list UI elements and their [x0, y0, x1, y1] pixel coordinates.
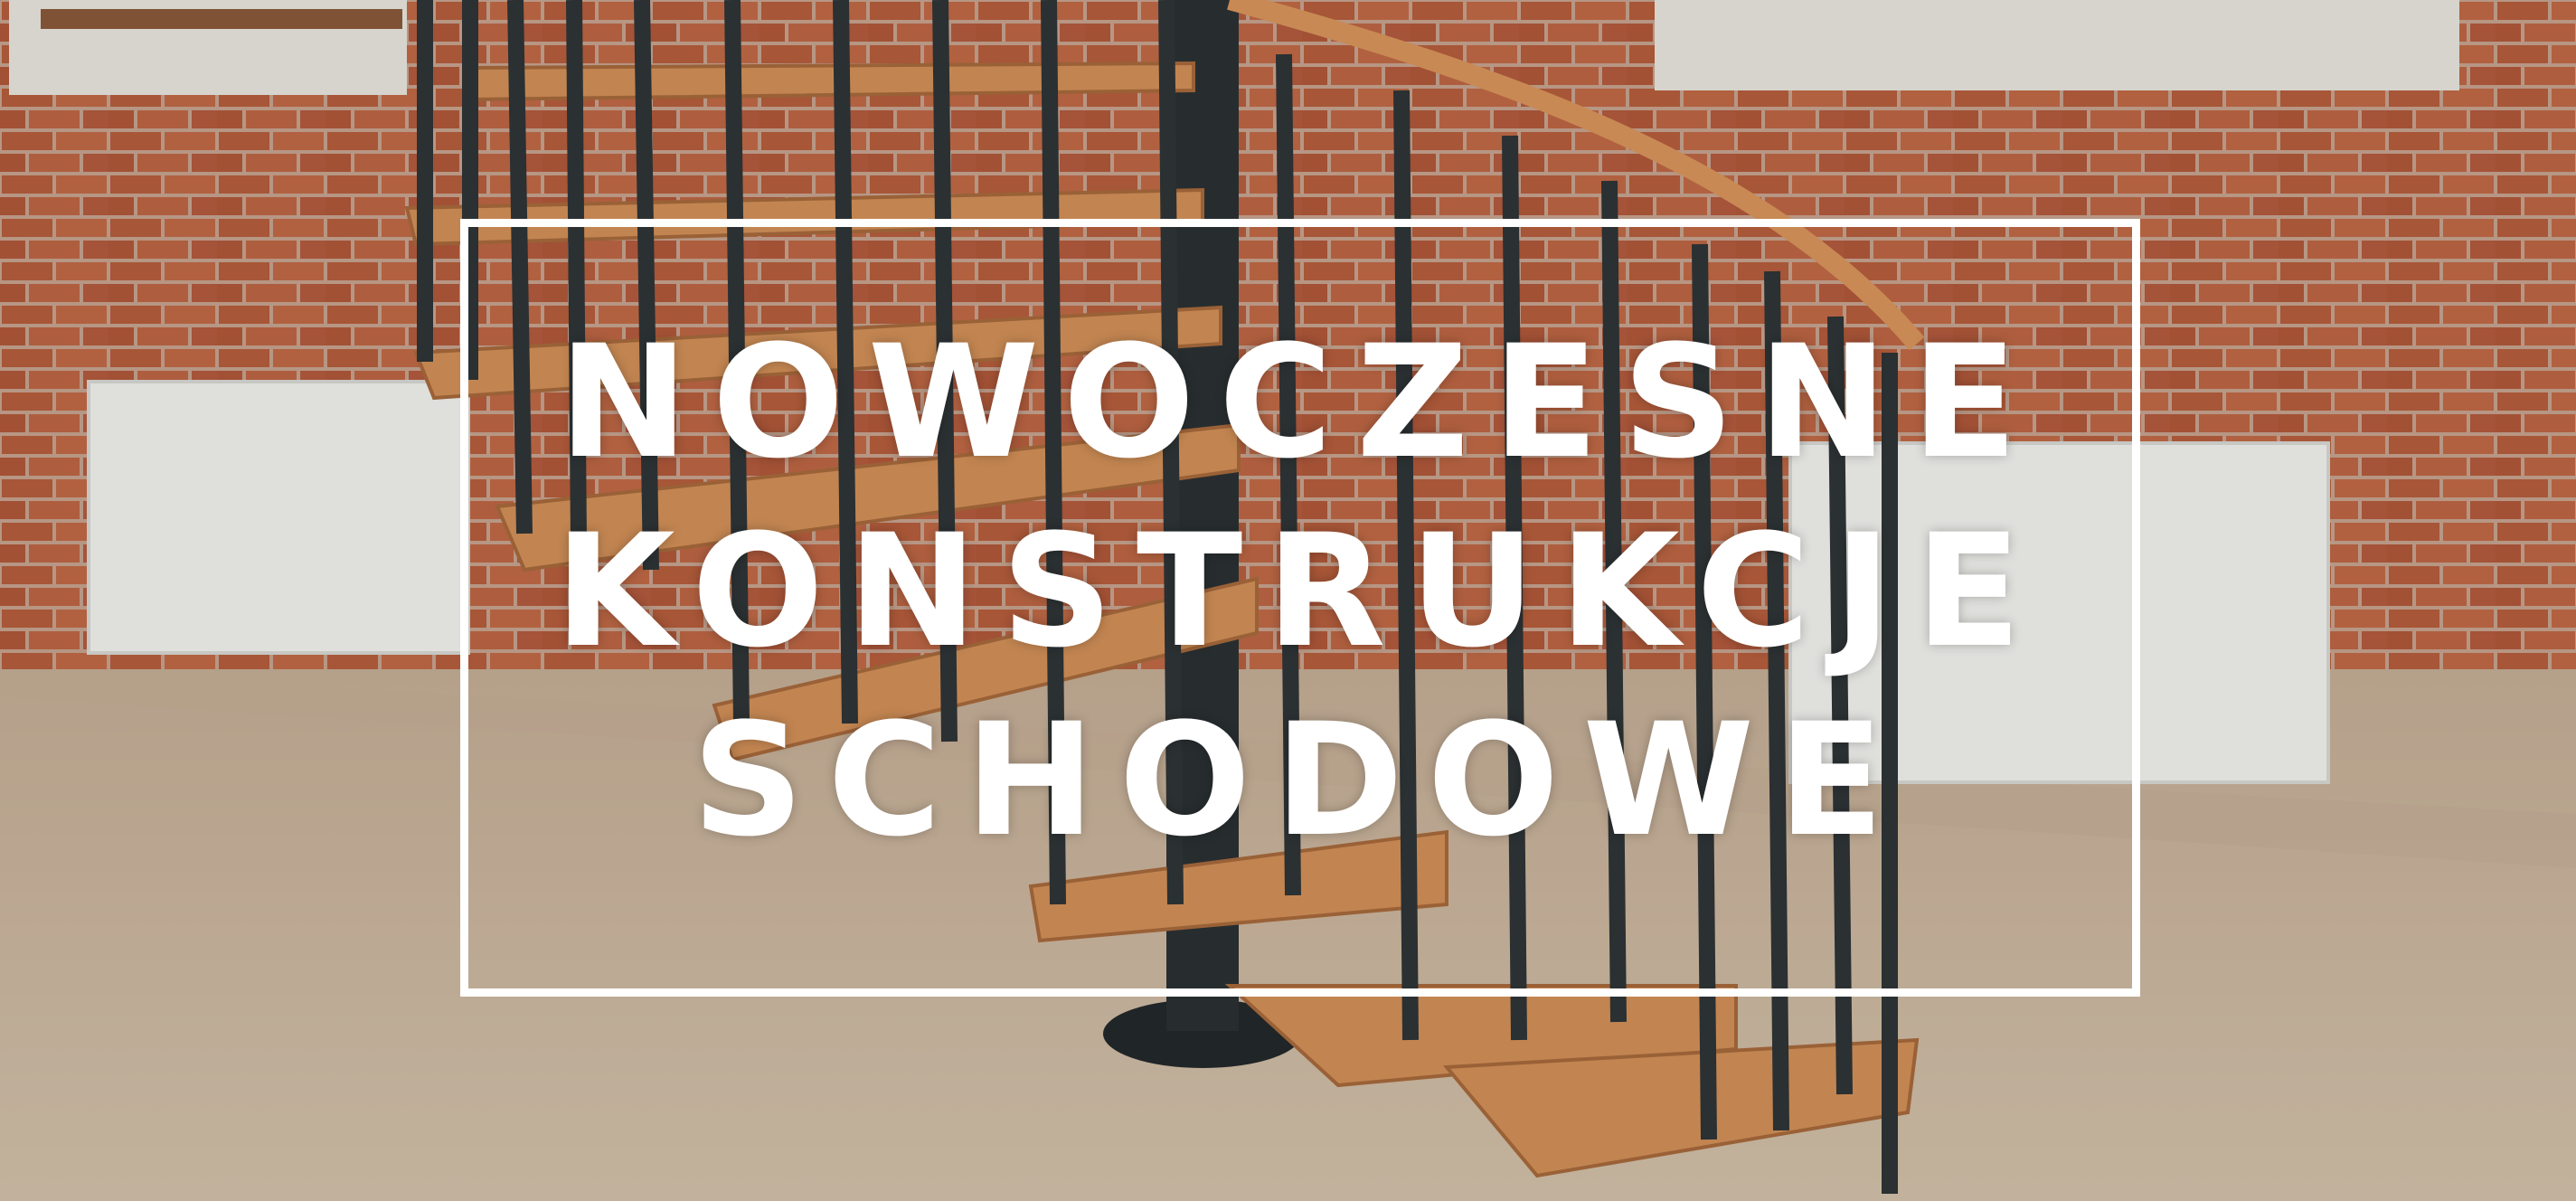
headline: NOWOCZESNE KONSTRUKCJE SCHODOWE — [0, 307, 2576, 875]
headline-line-2: KONSTRUKCJE — [554, 500, 2045, 682]
headline-line-3: SCHODOWE — [692, 689, 1908, 871]
headline-line-1: NOWOCZESNE — [558, 311, 2042, 493]
